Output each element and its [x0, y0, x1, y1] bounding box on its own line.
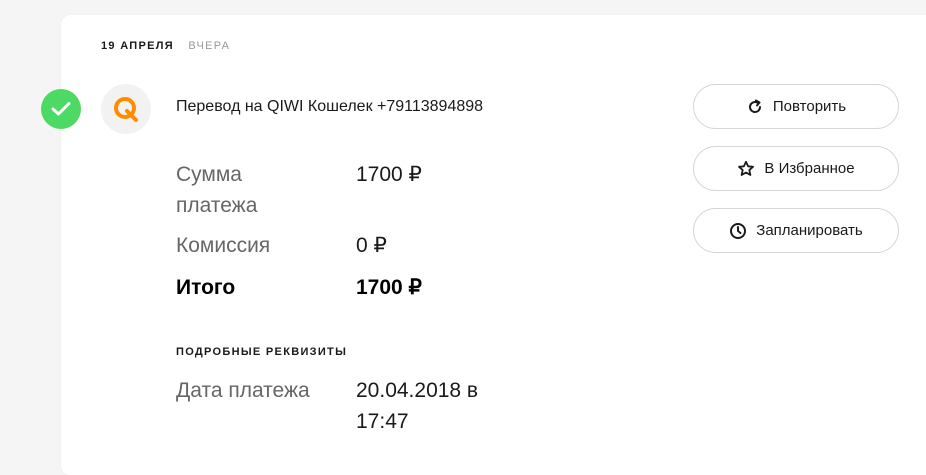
date-label: 19 АПРЕЛЯ: [101, 40, 174, 52]
payment-title: Перевод на QIWI Кошелек +79113894898: [176, 98, 484, 115]
total-label: Итого: [176, 276, 236, 299]
clock-icon: [729, 222, 747, 240]
payment-date-label: Дата платежа: [176, 379, 310, 402]
repeat-button[interactable]: Повторить: [693, 84, 899, 129]
relative-date-label: ВЧЕРА: [188, 40, 231, 52]
date-header: 19 АПРЕЛЯ ВЧЕРА: [101, 40, 230, 52]
qiwi-logo-icon: [101, 84, 151, 134]
amount-value: 1700 ₽: [356, 163, 422, 186]
commission-label: Комиссия: [176, 234, 271, 257]
payment-date-value: 20.04.2018 в 17:47: [356, 375, 478, 437]
amount-label-line1: Сумма: [176, 163, 242, 186]
favorite-button-label: В Избранное: [764, 160, 855, 177]
favorite-button[interactable]: В Избранное: [693, 146, 899, 191]
payment-date-line1: 20.04.2018 в: [356, 379, 479, 402]
commission-value: 0 ₽: [356, 234, 387, 257]
schedule-button-label: Запланировать: [756, 222, 863, 239]
total-value: 1700 ₽: [356, 276, 422, 299]
amount-label-line2: платежа: [176, 194, 258, 217]
repeat-icon: [746, 98, 764, 116]
repeat-button-label: Повторить: [772, 98, 847, 115]
amount-label: Сумма платежа: [176, 159, 257, 221]
details-section-title: ПОДРОБНЫЕ РЕКВИЗИТЫ: [176, 346, 348, 358]
check-icon: [41, 89, 81, 129]
star-icon: [737, 160, 755, 178]
payment-date-line2: 17:47: [356, 410, 409, 433]
schedule-button[interactable]: Запланировать: [693, 208, 899, 253]
